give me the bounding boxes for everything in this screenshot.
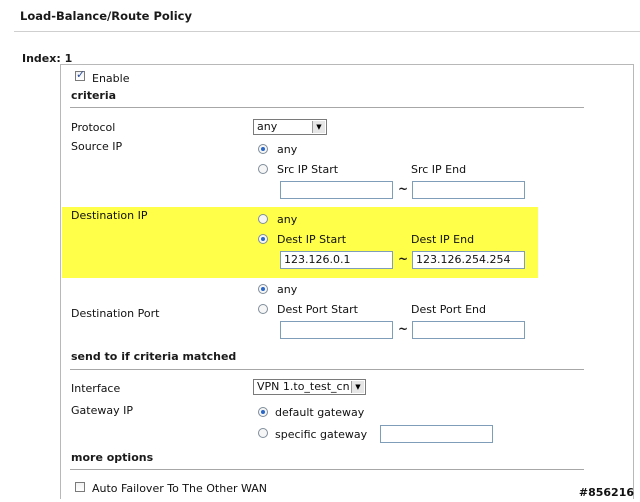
criteria-title: criteria bbox=[71, 89, 117, 102]
chevron-down-icon: ▼ bbox=[351, 381, 364, 393]
destination-ip-any-radio[interactable] bbox=[258, 214, 268, 224]
gateway-specific-radio[interactable] bbox=[258, 428, 268, 438]
more-options-title: more options bbox=[71, 451, 154, 464]
source-ip-range-separator: ~ bbox=[398, 182, 409, 196]
header-divider bbox=[14, 31, 640, 32]
destination-ip-end-label: Dest IP End bbox=[411, 233, 475, 246]
destination-ip-range-separator: ~ bbox=[398, 252, 409, 266]
gateway-default-label: default gateway bbox=[275, 406, 365, 419]
destination-ip-label: Destination IP bbox=[71, 209, 148, 222]
send-to-divider bbox=[70, 369, 584, 370]
protocol-select[interactable]: any ▼ bbox=[253, 119, 327, 135]
destination-port-start-input[interactable] bbox=[280, 321, 393, 339]
destination-port-any-radio[interactable] bbox=[258, 284, 268, 294]
destination-ip-range-radio[interactable] bbox=[258, 234, 268, 244]
protocol-select-value: any bbox=[257, 120, 278, 133]
source-ip-range-radio[interactable] bbox=[258, 164, 268, 174]
auto-failover-label: Auto Failover To The Other WAN bbox=[92, 482, 268, 495]
interface-label: Interface bbox=[71, 382, 121, 395]
source-ip-end-label: Src IP End bbox=[411, 163, 467, 176]
destination-ip-any-label: any bbox=[277, 213, 298, 226]
destination-port-start-label: Dest Port Start bbox=[277, 303, 358, 316]
interface-select-value: VPN 1.to_test_cn bbox=[257, 380, 350, 393]
source-ip-any-label: any bbox=[277, 143, 298, 156]
send-to-title: send to if criteria matched bbox=[71, 350, 237, 363]
protocol-label: Protocol bbox=[71, 121, 116, 134]
source-ip-label: Source IP bbox=[71, 140, 123, 153]
enable-label: Enable bbox=[92, 72, 130, 85]
destination-ip-start-input[interactable]: 123.126.0.1 bbox=[280, 251, 393, 269]
gateway-default-radio[interactable] bbox=[258, 407, 268, 417]
enable-checkbox[interactable]: ✓ bbox=[75, 68, 86, 81]
source-ip-any-radio[interactable] bbox=[258, 144, 268, 154]
chevron-down-icon: ▼ bbox=[312, 121, 325, 133]
gateway-specific-label: specific gateway bbox=[275, 428, 368, 441]
source-ip-start-label: Src IP Start bbox=[277, 163, 339, 176]
destination-port-end-label: Dest Port End bbox=[411, 303, 486, 316]
interface-select[interactable]: VPN 1.to_test_cn ▼ bbox=[253, 379, 366, 395]
destination-port-range-radio[interactable] bbox=[258, 304, 268, 314]
destination-port-any-label: any bbox=[277, 283, 298, 296]
source-ip-start-input[interactable] bbox=[280, 181, 393, 199]
page-title: Load-Balance/Route Policy bbox=[20, 9, 192, 23]
destination-ip-start-label: Dest IP Start bbox=[277, 233, 347, 246]
specific-gateway-input[interactable] bbox=[380, 425, 493, 443]
destination-port-end-input[interactable] bbox=[412, 321, 525, 339]
destination-port-label: Destination Port bbox=[71, 307, 160, 320]
source-ip-end-input[interactable] bbox=[412, 181, 525, 199]
watermark-text: #856216 bbox=[578, 486, 634, 499]
auto-failover-checkbox[interactable] bbox=[75, 482, 85, 492]
more-options-divider bbox=[70, 469, 584, 470]
checkmark-icon: ✓ bbox=[76, 68, 86, 81]
destination-ip-end-input[interactable]: 123.126.254.254 bbox=[412, 251, 525, 269]
gateway-ip-label: Gateway IP bbox=[71, 404, 133, 417]
destination-port-range-separator: ~ bbox=[398, 322, 409, 336]
criteria-divider bbox=[70, 107, 584, 108]
